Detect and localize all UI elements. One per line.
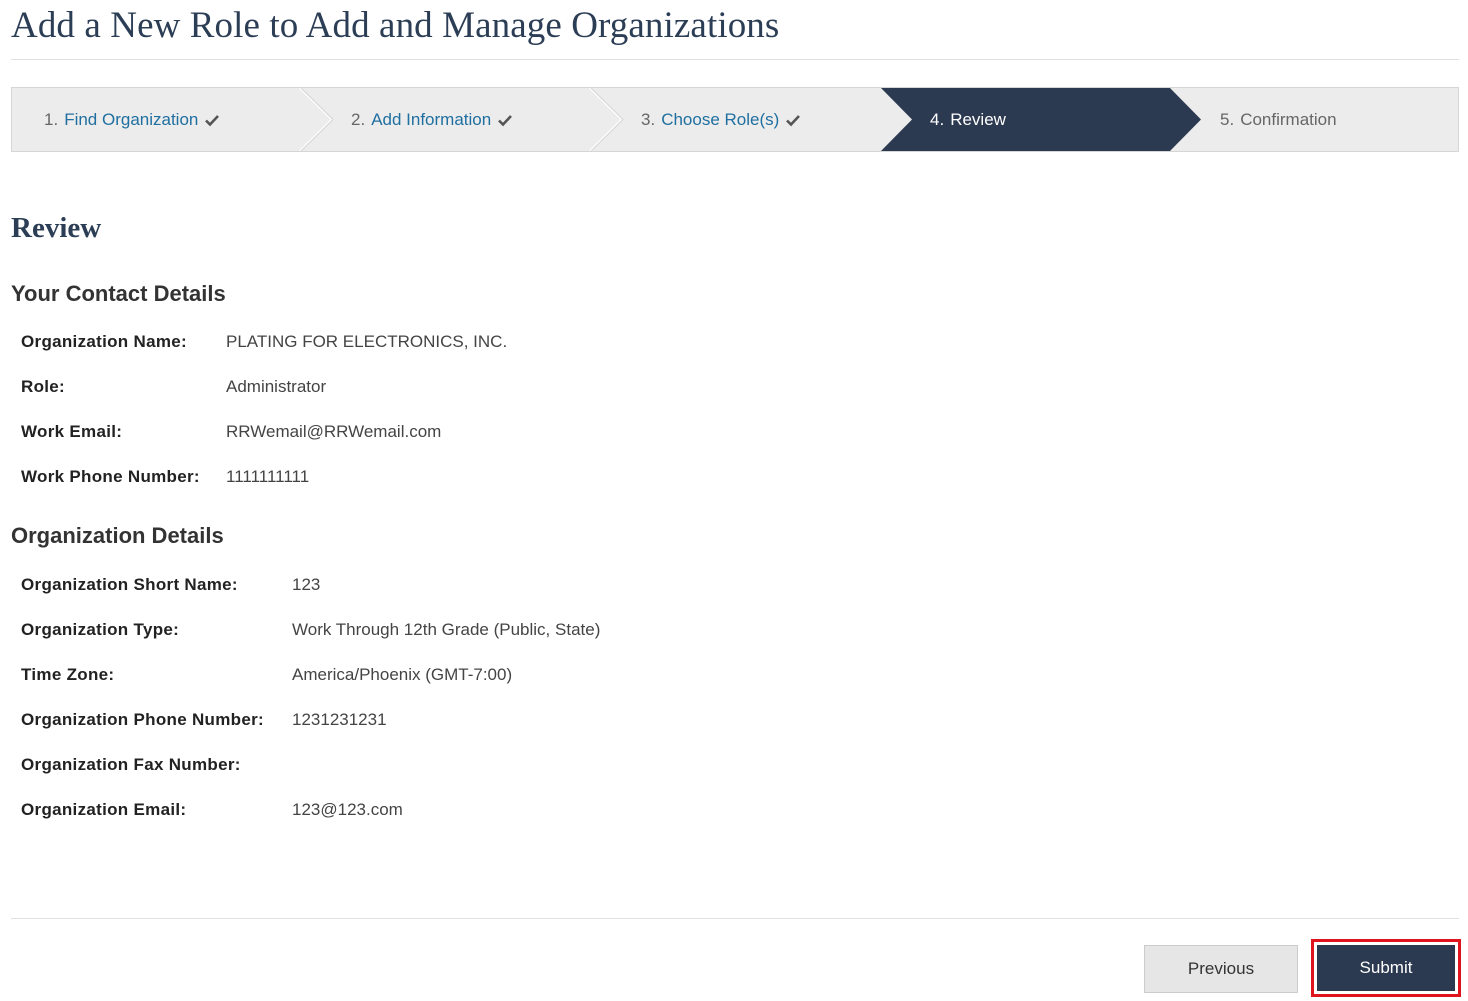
- step-choose-roles[interactable]: 3. Choose Role(s): [641, 88, 801, 151]
- submit-button[interactable]: Submit: [1317, 945, 1455, 991]
- step-separator: [299, 88, 334, 151]
- title-divider: [11, 59, 1459, 60]
- work-phone-label: Work Phone Number:: [21, 467, 200, 486]
- step-label[interactable]: Choose Role(s): [661, 110, 779, 130]
- checkmark-icon: [498, 114, 513, 126]
- work-phone-value: 1111111111: [226, 467, 310, 486]
- step-label[interactable]: Find Organization: [64, 110, 198, 130]
- page-title: Add a New Role to Add and Manage Organiz…: [11, 5, 780, 46]
- org-short-name-label: Organization Short Name:: [21, 575, 238, 594]
- checkmark-icon: [205, 114, 220, 126]
- step-number: 4.: [930, 109, 945, 129]
- step-separator: [300, 88, 334, 151]
- role-label: Role:: [21, 377, 65, 396]
- step-confirmation: 5. Confirmation: [1220, 88, 1337, 151]
- step-number: 2.: [351, 109, 366, 129]
- step-number: 5.: [1220, 109, 1235, 129]
- role-value: Administrator: [226, 377, 327, 396]
- step-find-organization[interactable]: 1. Find Organization: [44, 88, 220, 151]
- org-type-value: Work Through 12th Grade (Public, State): [292, 620, 601, 639]
- previous-button[interactable]: Previous: [1144, 945, 1298, 993]
- progress-steps: 1. Find Organization 2. Add Information …: [11, 87, 1459, 152]
- organization-details-heading: Organization Details: [11, 523, 224, 548]
- contact-details-heading: Your Contact Details: [11, 281, 226, 306]
- step-add-information[interactable]: 2. Add Information: [351, 88, 513, 151]
- step-review: 4. Review: [930, 88, 1006, 151]
- time-zone-label: Time Zone:: [21, 665, 115, 684]
- org-email-label: Organization Email:: [21, 800, 187, 819]
- org-email-value: 123@123.com: [292, 800, 403, 819]
- work-email-value: RRWemail@RRWemail.com: [226, 422, 442, 441]
- step-label[interactable]: Add Information: [371, 110, 491, 130]
- step-separator: [590, 88, 624, 151]
- org-short-name-value: 123: [292, 575, 321, 594]
- organization-name-value: PLATING FOR ELECTRONICS, INC.: [226, 332, 508, 351]
- work-email-label: Work Email:: [21, 422, 123, 441]
- org-phone-label: Organization Phone Number:: [21, 710, 264, 729]
- step-label: Review: [950, 109, 1006, 129]
- step-number: 3.: [641, 109, 656, 129]
- organization-name-label: Organization Name:: [21, 332, 187, 351]
- org-type-label: Organization Type:: [21, 620, 180, 639]
- checkmark-icon: [786, 114, 801, 126]
- step-number: 1.: [44, 109, 59, 129]
- step-label: Confirmation: [1240, 109, 1337, 129]
- time-zone-value: America/Phoenix (GMT-7:00): [292, 665, 513, 684]
- footer-divider: [11, 918, 1459, 919]
- review-title: Review: [11, 212, 102, 244]
- org-phone-value: 1231231231: [292, 710, 387, 729]
- active-step-arrow: [881, 88, 1201, 151]
- submit-highlight: Submit: [1311, 939, 1461, 997]
- org-fax-label: Organization Fax Number:: [21, 755, 241, 774]
- step-separator: [589, 88, 624, 151]
